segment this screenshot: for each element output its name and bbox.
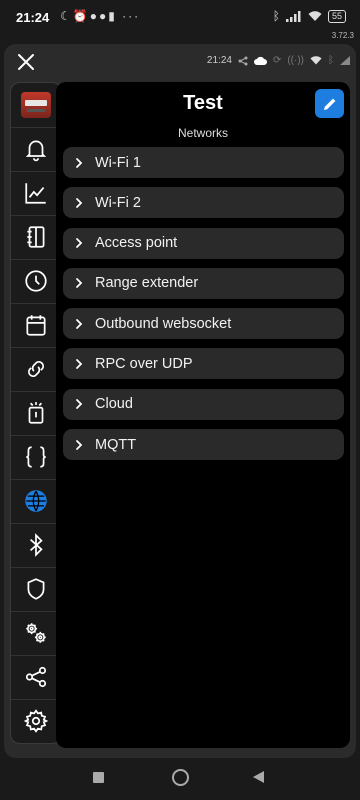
sidebar-item-share[interactable]	[11, 655, 61, 700]
sidebar-item-advanced[interactable]	[11, 611, 61, 656]
sidebar-item-clock[interactable]	[11, 259, 61, 304]
sidebar	[10, 82, 62, 744]
app-window: 21:24 ⟳ ((·)) ᛒ Test Networks Wi-Fi 1 Wi…	[4, 44, 356, 758]
globe-icon	[25, 490, 47, 512]
input-icon	[28, 402, 44, 424]
more-icon: ···	[122, 9, 141, 23]
network-item-outbound-websocket[interactable]: Outbound websocket	[63, 308, 344, 340]
signal-icon	[285, 10, 301, 22]
bluetooth-icon	[30, 533, 43, 557]
bluetooth-icon: ᛒ	[272, 9, 280, 23]
notebook-icon	[27, 226, 45, 248]
status-right-icons: ᛒ 55	[273, 9, 346, 23]
network-item-access-point[interactable]: Access point	[63, 227, 344, 259]
main-panel: Test Networks Wi-Fi 1 Wi-Fi 2 Access poi…	[56, 82, 350, 748]
network-item-label: MQTT	[95, 436, 137, 453]
app-top-bar: 21:24 ⟳ ((·)) ᛒ	[4, 44, 356, 80]
network-item-label: Range extender	[95, 275, 199, 292]
moon-icon: ☾	[60, 9, 73, 23]
share-icon	[25, 666, 47, 688]
network-item-wifi-1[interactable]: Wi-Fi 1	[63, 147, 344, 178]
bluetooth-icon: ᛒ	[328, 55, 334, 66]
page-subtitle: Networks	[177, 126, 228, 140]
sidebar-item-security[interactable]	[11, 567, 61, 612]
home-button[interactable]	[172, 769, 189, 786]
chat-icon: ●	[89, 9, 99, 23]
gears-icon	[26, 623, 46, 643]
wifi-icon	[310, 56, 322, 65]
signal-icon	[340, 56, 350, 65]
system-nav-bar	[0, 760, 360, 800]
alarm-icon: ⏰	[72, 9, 90, 23]
settings-icon	[23, 709, 49, 733]
chevron-right-icon	[76, 399, 83, 410]
sidebar-item-settings[interactable]	[11, 699, 61, 743]
chart-icon	[25, 183, 46, 204]
cloud-icon	[253, 56, 267, 65]
network-item-label: Access point	[95, 235, 178, 252]
shield-icon	[27, 578, 45, 600]
chevron-right-icon	[76, 157, 83, 168]
sidebar-item-bluetooth[interactable]	[11, 523, 61, 568]
wifi-icon	[308, 10, 322, 21]
chevron-right-icon	[76, 278, 83, 289]
status-bar: 21:24 ☾⏰●●▮ ··· ᛒ 55 3.72.3	[0, 0, 360, 40]
clipboard-icon: ▮	[108, 9, 117, 23]
network-item-label: RPC over UDP	[95, 355, 193, 372]
sidebar-item-links[interactable]	[11, 347, 61, 392]
network-item-cloud[interactable]: Cloud	[63, 388, 344, 420]
network-item-wifi-2[interactable]: Wi-Fi 2	[63, 187, 344, 219]
sidebar-item-calendar[interactable]	[11, 303, 61, 348]
chevron-right-icon	[76, 359, 83, 369]
sidebar-item-scripts[interactable]	[11, 435, 61, 480]
chevron-right-icon	[76, 318, 83, 329]
device-time: 21:24	[206, 55, 232, 66]
braces-icon	[26, 446, 46, 468]
back-button[interactable]	[253, 771, 264, 783]
clock-icon	[25, 270, 47, 292]
network-item-label: Wi-Fi 1	[95, 154, 141, 171]
network-item-label: Wi-Fi 2	[95, 194, 141, 211]
network-item-rpc-over-udp[interactable]: RPC over UDP	[63, 348, 344, 380]
network-item-range-extender[interactable]: Range extender	[63, 267, 344, 299]
chevron-right-icon	[76, 197, 83, 208]
sidebar-item-notebook[interactable]	[11, 215, 61, 260]
battery-indicator: 55	[327, 9, 346, 23]
bell-icon	[25, 140, 47, 162]
close-icon[interactable]	[14, 50, 38, 74]
network-list: Wi-Fi 1 Wi-Fi 2 Access point Range exten…	[63, 147, 344, 469]
sidebar-item-device[interactable]	[11, 83, 61, 128]
status-notification-icons: ☾⏰●●▮ ···	[60, 9, 140, 23]
chevron-right-icon	[76, 439, 83, 450]
page-title: Test	[183, 92, 223, 114]
recents-button[interactable]	[93, 772, 104, 783]
sidebar-item-notifications[interactable]	[11, 127, 61, 172]
sidebar-item-networks[interactable]	[11, 479, 61, 524]
app-version: 3.72.3	[331, 31, 354, 40]
refresh-icon: ⟳	[272, 55, 282, 66]
broadcast-icon: ((·))	[287, 55, 304, 66]
network-item-mqtt[interactable]: MQTT	[63, 429, 344, 461]
network-item-label: Outbound websocket	[95, 315, 232, 332]
pencil-icon	[323, 98, 335, 110]
network-item-label: Cloud	[95, 396, 133, 413]
status-time: 21:24	[16, 10, 50, 25]
sidebar-item-charts[interactable]	[11, 171, 61, 216]
share-icon	[238, 56, 248, 65]
edit-button[interactable]	[315, 89, 344, 118]
chat-icon: ●	[98, 9, 109, 23]
calendar-icon	[26, 315, 46, 336]
chevron-right-icon	[76, 238, 83, 248]
device-avatar	[21, 92, 51, 118]
device-status: 21:24 ⟳ ((·)) ᛒ	[207, 55, 350, 66]
link-icon	[28, 361, 44, 377]
sidebar-item-inputs[interactable]	[11, 391, 61, 436]
